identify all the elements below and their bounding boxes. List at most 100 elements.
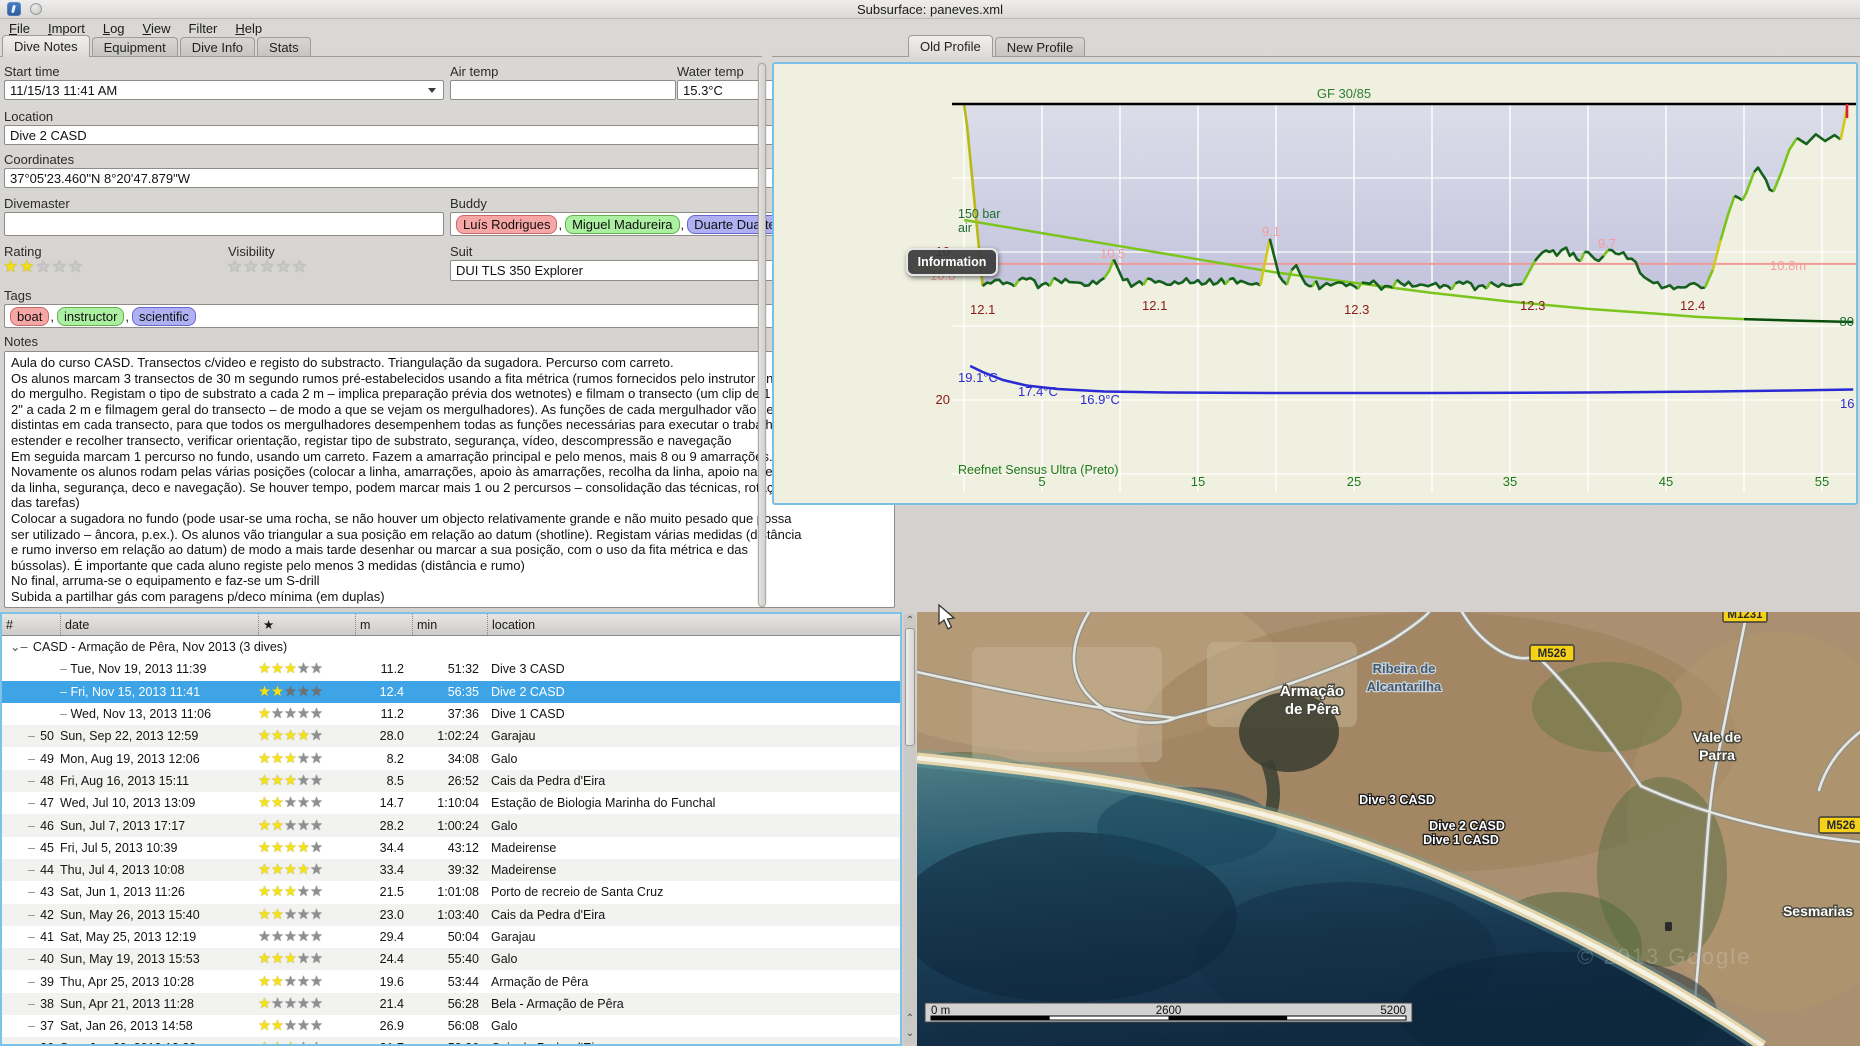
star-icon[interactable]: ★ bbox=[258, 840, 271, 856]
dive-row[interactable]: –40 Sun, May 19, 2013 15:53 ★★★★★ 24.4 55:40… bbox=[2, 948, 900, 971]
star-icon[interactable]: ★ bbox=[271, 862, 284, 878]
chevron-down-icon[interactable] bbox=[428, 88, 436, 93]
tag-chip[interactable]: instructor bbox=[56, 306, 125, 326]
star-icon[interactable]: ★ bbox=[271, 661, 284, 677]
scroll-up-icon[interactable]: ⌃ bbox=[904, 615, 916, 627]
star-icon[interactable]: ★ bbox=[260, 257, 276, 276]
star-icon[interactable]: ★ bbox=[297, 884, 310, 900]
dive-row[interactable]: –50 Sun, Sep 22, 2013 12:59 ★★★★★ 28.0 1:02:… bbox=[2, 725, 900, 748]
star-icon[interactable]: ★ bbox=[284, 974, 297, 990]
star-icon[interactable]: ★ bbox=[258, 929, 271, 945]
star-icon[interactable]: ★ bbox=[271, 884, 284, 900]
dive-row[interactable]: –47 Wed, Jul 10, 2013 13:09 ★★★★★ 14.7 1:10:… bbox=[2, 792, 900, 814]
air-temp-field[interactable] bbox=[450, 80, 676, 100]
col-depth[interactable]: m bbox=[355, 614, 412, 635]
star-icon[interactable]: ★ bbox=[297, 907, 310, 923]
star-icon[interactable]: ★ bbox=[271, 907, 284, 923]
dive-list-header[interactable]: # date ★ m min location bbox=[2, 614, 900, 636]
star-icon[interactable]: ★ bbox=[271, 818, 284, 834]
scroll-up-icon-2[interactable]: ⌃ bbox=[904, 1013, 916, 1025]
star-icon[interactable]: ★ bbox=[271, 773, 284, 789]
col-location[interactable]: location bbox=[487, 614, 900, 635]
star-icon[interactable]: ★ bbox=[68, 257, 84, 276]
tag-chip[interactable]: scientific bbox=[132, 306, 196, 326]
star-icon[interactable]: ★ bbox=[310, 773, 323, 789]
star-icon[interactable]: ★ bbox=[310, 951, 323, 967]
star-icon[interactable]: ★ bbox=[297, 1018, 310, 1034]
dive-row[interactable]: –43 Sat, Jun 1, 2013 11:26 ★★★★★ 21.5 1:01:0… bbox=[2, 881, 900, 903]
star-icon[interactable]: ★ bbox=[227, 257, 243, 276]
divemaster-field[interactable] bbox=[4, 212, 444, 236]
buddy-chip[interactable]: Miguel Madureira bbox=[565, 214, 680, 234]
star-icon[interactable]: ★ bbox=[271, 951, 284, 967]
star-icon[interactable]: ★ bbox=[310, 862, 323, 878]
star-icon[interactable]: ★ bbox=[3, 257, 19, 276]
star-icon[interactable]: ★ bbox=[297, 751, 310, 767]
rating-stars[interactable]: ★★★★★ bbox=[3, 258, 84, 276]
star-icon[interactable]: ★ bbox=[271, 795, 284, 811]
star-icon[interactable]: ★ bbox=[310, 1040, 323, 1044]
col-rating[interactable]: ★ bbox=[258, 614, 355, 635]
tab-dive-notes[interactable]: Dive Notes bbox=[2, 35, 90, 57]
star-icon[interactable]: ★ bbox=[284, 884, 297, 900]
tab-equipment[interactable]: Equipment bbox=[91, 37, 178, 57]
star-icon[interactable]: ★ bbox=[297, 818, 310, 834]
star-icon[interactable]: ★ bbox=[284, 684, 297, 700]
star-icon[interactable]: ★ bbox=[271, 929, 284, 945]
col-number[interactable]: # bbox=[2, 614, 60, 635]
star-icon[interactable]: ★ bbox=[310, 706, 323, 722]
star-icon[interactable]: ★ bbox=[284, 706, 297, 722]
star-icon[interactable]: ★ bbox=[271, 706, 284, 722]
star-icon[interactable]: ★ bbox=[258, 996, 271, 1012]
form-scrollbar[interactable] bbox=[757, 62, 767, 608]
star-icon[interactable]: ★ bbox=[310, 684, 323, 700]
star-icon[interactable]: ★ bbox=[297, 862, 310, 878]
star-icon[interactable]: ★ bbox=[297, 728, 310, 744]
col-duration[interactable]: min bbox=[412, 614, 487, 635]
star-icon[interactable]: ★ bbox=[310, 1018, 323, 1034]
star-icon[interactable]: ★ bbox=[36, 257, 52, 276]
menu-item-help[interactable]: Help bbox=[226, 21, 271, 36]
dive-row[interactable]: –49 Mon, Aug 19, 2013 12:06 ★★★★★ 8.2 34:08 G… bbox=[2, 747, 900, 769]
star-icon[interactable]: ★ bbox=[297, 706, 310, 722]
star-icon[interactable]: ★ bbox=[271, 684, 284, 700]
star-icon[interactable]: ★ bbox=[297, 773, 310, 789]
star-icon[interactable]: ★ bbox=[297, 661, 310, 677]
star-icon[interactable]: ★ bbox=[284, 818, 297, 834]
star-icon[interactable]: ★ bbox=[258, 706, 271, 722]
star-icon[interactable]: ★ bbox=[258, 1018, 271, 1034]
star-icon[interactable]: ★ bbox=[271, 974, 284, 990]
star-icon[interactable]: ★ bbox=[310, 840, 323, 856]
star-icon[interactable]: ★ bbox=[258, 862, 271, 878]
scroll-down-icon[interactable]: ⌄ bbox=[904, 1028, 916, 1040]
dive-row[interactable]: –48 Fri, Aug 16, 2013 15:11 ★★★★★ 8.5 26:52 C… bbox=[2, 769, 900, 793]
star-icon[interactable]: ★ bbox=[258, 974, 271, 990]
star-icon[interactable]: ★ bbox=[284, 840, 297, 856]
star-icon[interactable]: ★ bbox=[258, 951, 271, 967]
window-titlebar[interactable]: Subsurface: paneves.xml bbox=[0, 0, 1860, 19]
star-icon[interactable]: ★ bbox=[284, 929, 297, 945]
buddy-chip[interactable]: Duarte Duarte bbox=[687, 214, 783, 234]
star-icon[interactable]: ★ bbox=[271, 1040, 284, 1044]
star-icon[interactable]: ★ bbox=[284, 1040, 297, 1044]
dive-row[interactable]: – Tue, Nov 19, 2013 11:39 ★★★★★ 11.2 51:32 D… bbox=[2, 658, 900, 680]
star-icon[interactable]: ★ bbox=[310, 929, 323, 945]
dive-row[interactable]: –46 Sun, Jul 7, 2013 17:17 ★★★★★ 28.2 1:00:2… bbox=[2, 814, 900, 837]
star-icon[interactable]: ★ bbox=[310, 728, 323, 744]
star-icon[interactable]: ★ bbox=[276, 257, 292, 276]
col-date[interactable]: date bbox=[60, 614, 258, 635]
star-icon[interactable]: ★ bbox=[271, 1018, 284, 1034]
star-icon[interactable]: ★ bbox=[284, 862, 297, 878]
star-icon[interactable]: ★ bbox=[284, 1018, 297, 1034]
star-icon[interactable]: ★ bbox=[297, 1040, 310, 1044]
star-icon[interactable]: ★ bbox=[310, 974, 323, 990]
star-icon[interactable]: ★ bbox=[297, 951, 310, 967]
star-icon[interactable]: ★ bbox=[310, 795, 323, 811]
star-icon[interactable]: ★ bbox=[310, 818, 323, 834]
dive-row[interactable]: –37 Sat, Jan 26, 2013 14:58 ★★★★★ 26.9 56:08… bbox=[2, 1015, 900, 1037]
star-icon[interactable]: ★ bbox=[297, 929, 310, 945]
star-icon[interactable]: ★ bbox=[284, 795, 297, 811]
dive-row[interactable]: – Fri, Nov 15, 2013 11:41 ★★★★★ 12.4 56:35 D… bbox=[2, 680, 900, 703]
collapse-arrow-icon[interactable]: ⌄– bbox=[10, 640, 27, 654]
star-icon[interactable]: ★ bbox=[284, 661, 297, 677]
